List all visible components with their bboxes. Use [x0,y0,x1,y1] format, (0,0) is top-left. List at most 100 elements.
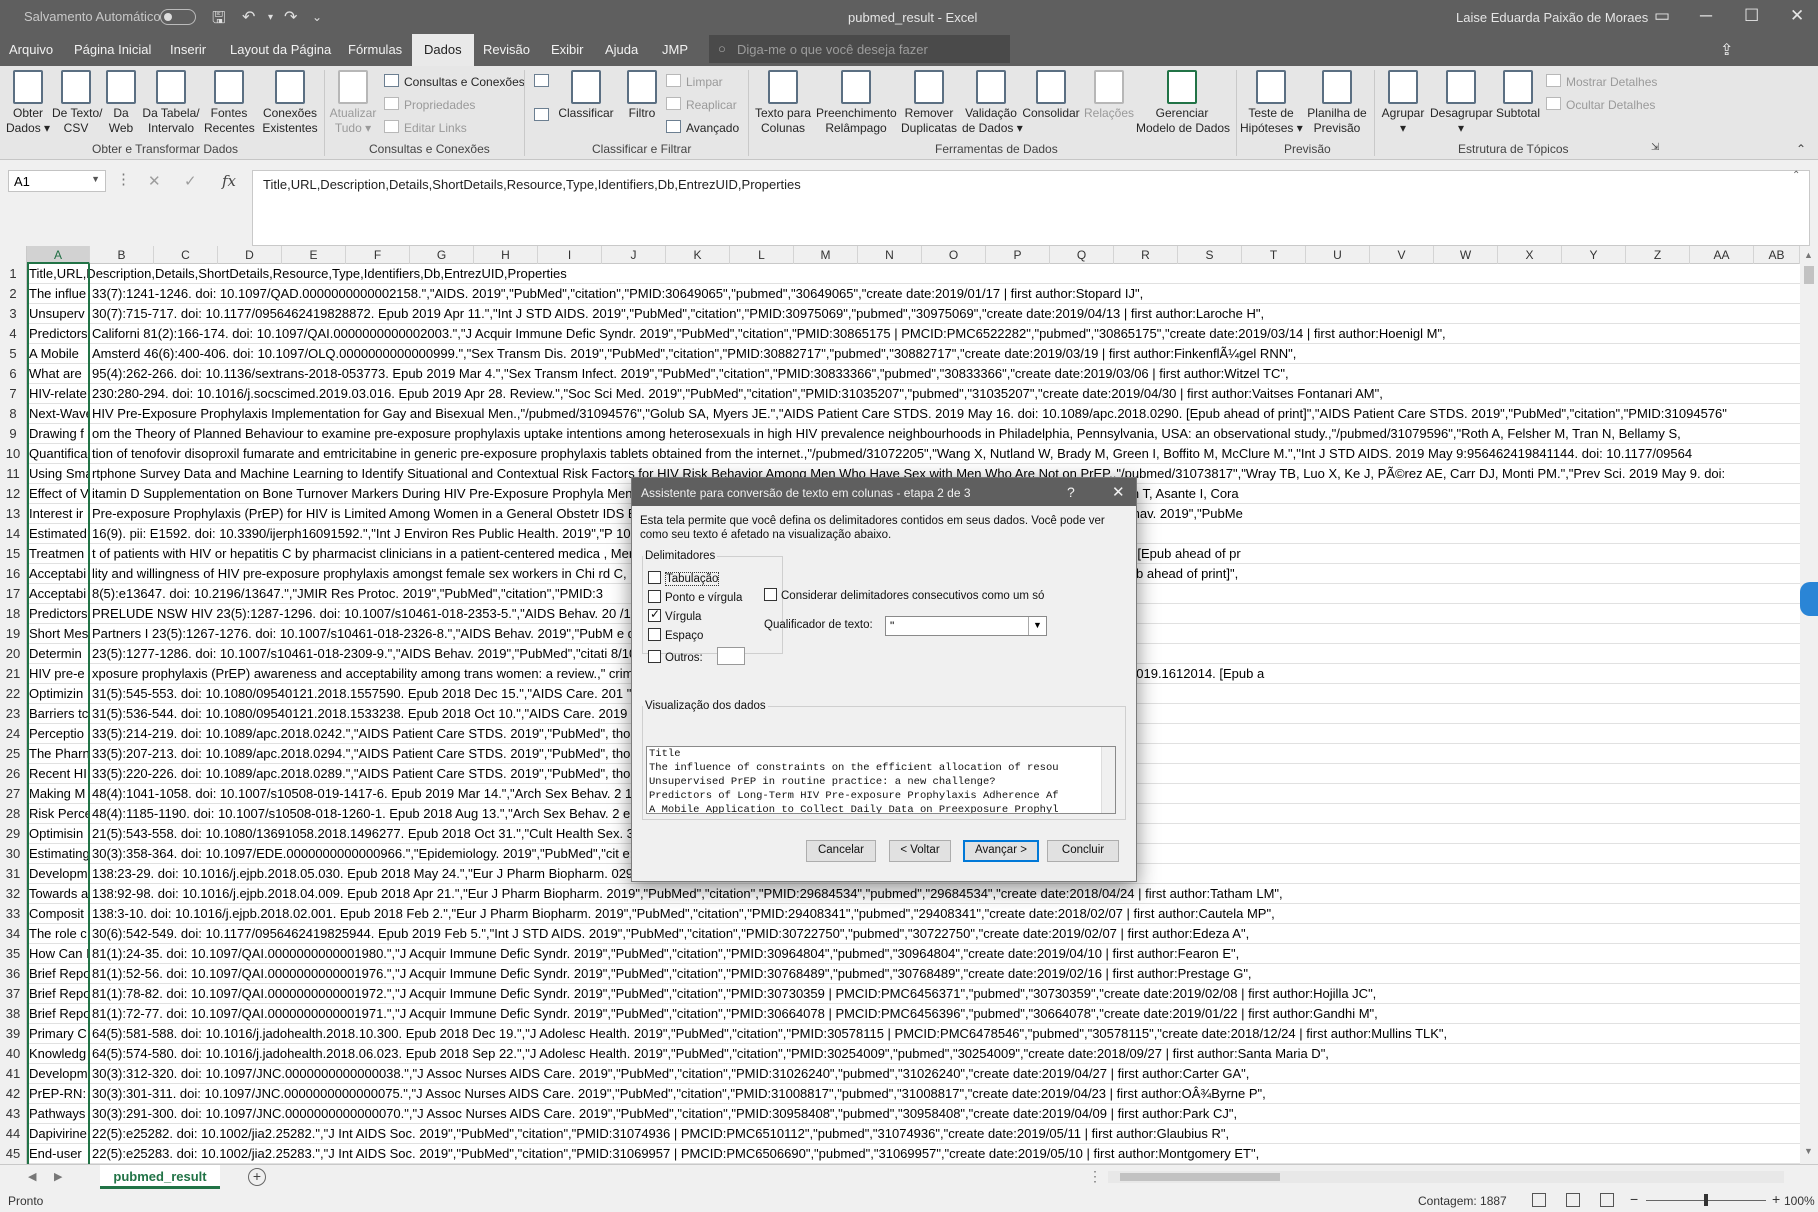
redo-icon[interactable]: ↷ [284,7,297,27]
user-name[interactable]: Laise Eduarda Paixão de Moraes [1456,10,1648,25]
column-header-w[interactable]: W [1434,246,1498,264]
tell-me-search[interactable]: ○ Diga-me o que você deseja fazer [709,35,1010,63]
cell-a[interactable]: Unsuperv [27,304,90,324]
cell-a[interactable]: Optimisin [27,824,90,844]
vertical-scrollbar[interactable]: ▲ ▼ [1800,246,1818,1164]
classificar-button[interactable]: Classificar [554,68,618,121]
column-header-t[interactable]: T [1242,246,1306,264]
cell-a[interactable]: Quantifica [27,444,90,464]
customize-toolbar-icon[interactable]: ⌄ [312,10,322,24]
column-header-s[interactable]: S [1178,246,1242,264]
page-layout-view-icon[interactable] [1566,1193,1580,1207]
cell-a[interactable]: Recent HI [27,764,90,784]
obter-dados-button[interactable]: Obter Dados ▾ [6,68,50,136]
row-header[interactable]: 42 [0,1084,27,1104]
dialog-close-icon[interactable]: ✕ [1112,483,1125,501]
name-box-dropdown-icon[interactable]: ▼ [91,174,100,184]
validacao-dados-button[interactable]: Validação de Dados ▾ [962,68,1023,136]
cell-a[interactable]: Predictors [27,324,90,344]
column-header-o[interactable]: O [922,246,986,264]
share-icon[interactable]: ⇪ [1720,40,1733,60]
maximize-icon[interactable]: ☐ [1744,6,1759,26]
cell-a[interactable]: The role c [27,924,90,944]
cell-a[interactable]: Short Mes [27,624,90,644]
row-header[interactable]: 44 [0,1124,27,1144]
filtro-button[interactable]: Filtro [622,68,662,121]
consolidar-button[interactable]: Consolidar [1020,68,1082,121]
sheet-tab-pubmed-result[interactable]: pubmed_result [100,1165,220,1189]
column-header-v[interactable]: V [1370,246,1434,264]
cell-overflow-text[interactable]: 138:3-10. doi: 10.1016/j.ejpb.2018.02.00… [90,904,1277,924]
row-header[interactable]: 19 [0,624,27,644]
row-header[interactable]: 26 [0,764,27,784]
cell-overflow-text[interactable]: Amsterd 46(6):400-406. doi: 10.1097/OLQ.… [90,344,1298,364]
preview-scrollbar[interactable] [1101,747,1115,813]
column-header-x[interactable]: X [1498,246,1562,264]
add-sheet-icon[interactable]: + [248,1168,266,1186]
cell-a[interactable]: Making M [27,784,90,804]
row-header[interactable]: 3 [0,304,27,324]
dialog-launcher-icon[interactable]: ⇲ [1651,142,1659,153]
cell-a[interactable]: Using Sma [27,464,90,484]
cell-a[interactable]: Next-Wave [27,404,90,424]
row-header[interactable]: 34 [0,924,27,944]
cell-a[interactable]: Risk Perce [27,804,90,824]
cell-a[interactable]: Acceptabi [27,584,90,604]
column-header-j[interactable]: J [602,246,666,264]
cell-overflow-text[interactable]: Californi 81(2):166-174. doi: 10.1097/QA… [90,324,1448,344]
cell-a[interactable]: Barriers tc [27,704,90,724]
tab-jmp[interactable]: JMP [662,42,688,57]
cell-overflow-text[interactable]: 64(5):581-588. doi: 10.1016/j.jadohealth… [90,1024,1449,1044]
cell-a[interactable]: The Pharn [27,744,90,764]
column-header-q[interactable]: Q [1050,246,1114,264]
cell-a[interactable]: Optimizin [27,684,90,704]
cell-a[interactable]: Drawing f [27,424,90,444]
column-header-g[interactable]: G [410,246,474,264]
back-button[interactable]: < Voltar [889,840,951,862]
desagrupar-button[interactable]: Desagrupar ▾ [1430,68,1493,136]
planilha-previsao-button[interactable]: Planilha de Previsão [1304,68,1370,136]
cell-a[interactable]: Effect of V [27,484,90,504]
scroll-up-icon[interactable]: ▲ [1804,250,1813,260]
cell-overflow-text[interactable]: 33(5):214-219. doi: 10.1089/apc.2018.024… [90,724,709,744]
prev-sheet-icon[interactable]: ◀ [28,1170,36,1183]
cell-overflow-text[interactable]: 95(4):262-266. doi: 10.1136/sextrans-201… [90,364,1291,384]
cell-overflow-text[interactable]: 33(5):207-213. doi: 10.1089/apc.2018.029… [90,744,711,764]
cell-overflow-text[interactable]: 64(5):574-580. doi: 10.1016/j.jadohealth… [90,1044,1331,1064]
row-header[interactable]: 22 [0,684,27,704]
vertical-scroll-thumb[interactable] [1804,266,1814,284]
row-header[interactable]: 28 [0,804,27,824]
cell-overflow-text[interactable]: 30(3):301-311. doi: 10.1097/JNC.00000000… [90,1084,1268,1104]
cell-overflow-text[interactable]: 8(5):e13647. doi: 10.2196/13647.","JMIR … [90,584,605,604]
checkbox-virgula[interactable]: Vírgula [648,607,701,623]
cell-overflow-text[interactable]: 30(7):715-717. doi: 10.1177/095646241982… [90,304,1266,324]
ribbon-display-icon[interactable]: ▭ [1654,6,1670,26]
ocultar-detalhes-button[interactable]: Ocultar Detalhes [1546,97,1655,112]
minimize-icon[interactable]: ─ [1700,6,1712,26]
normal-view-icon[interactable] [1532,1193,1546,1207]
row-header[interactable]: 45 [0,1144,27,1164]
row-header[interactable]: 29 [0,824,27,844]
save-icon[interactable]: 🖫 [212,7,226,34]
column-header-z[interactable]: Z [1626,246,1690,264]
row-header[interactable]: 31 [0,864,27,884]
da-web-button[interactable]: Da Web [104,68,138,136]
gerenciar-modelo-button[interactable]: Gerenciar Modelo de Dados [1136,68,1230,136]
row-header[interactable]: 40 [0,1044,27,1064]
next-button[interactable]: Avançar > [963,840,1039,862]
atualizar-tudo-button[interactable]: Atualizar Tudo ▾ [328,68,378,136]
cell-a[interactable]: Perceptio [27,724,90,744]
row-header[interactable]: 9 [0,424,27,444]
cell-a[interactable]: End-user [27,1144,90,1164]
cell-overflow-text[interactable]: 33(5):220-226. doi: 10.1089/apc.2018.028… [90,764,724,784]
cell-overflow-text[interactable]: 30(3):291-300. doi: 10.1097/JNC.00000000… [90,1104,1239,1124]
editar-links-button[interactable]: Editar Links [384,120,467,135]
outros-input[interactable] [717,647,745,665]
column-header-ab[interactable]: AB [1754,246,1800,264]
column-header-p[interactable]: P [986,246,1050,264]
checkbox-tabulacao[interactable]: Tabulação [648,571,720,586]
row-header[interactable]: 8 [0,404,27,424]
column-header-i[interactable]: I [538,246,602,264]
column-header-u[interactable]: U [1306,246,1370,264]
cell-overflow-text[interactable]: 81(1):72-77. doi: 10.1097/QAI.0000000000… [90,1004,1380,1024]
